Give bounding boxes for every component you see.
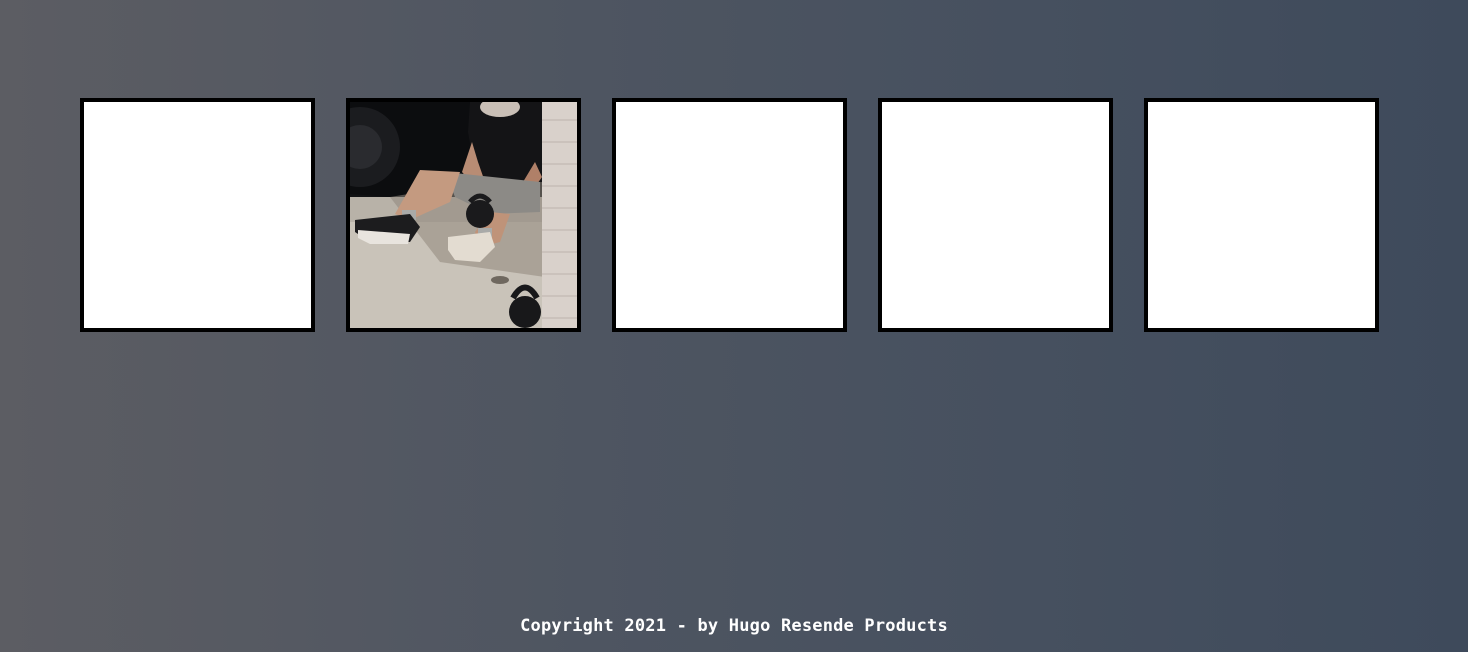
memory-card-4[interactable] bbox=[878, 98, 1113, 332]
memory-card-3[interactable] bbox=[612, 98, 847, 332]
memory-card-1[interactable] bbox=[80, 98, 315, 332]
memory-card-5[interactable] bbox=[1144, 98, 1379, 332]
man-with-kettlebells-photo bbox=[350, 102, 577, 328]
footer-copyright: Copyright 2021 - by Hugo Resende Product… bbox=[520, 616, 948, 636]
memory-card-2[interactable] bbox=[346, 98, 581, 332]
card-row bbox=[80, 98, 1379, 332]
